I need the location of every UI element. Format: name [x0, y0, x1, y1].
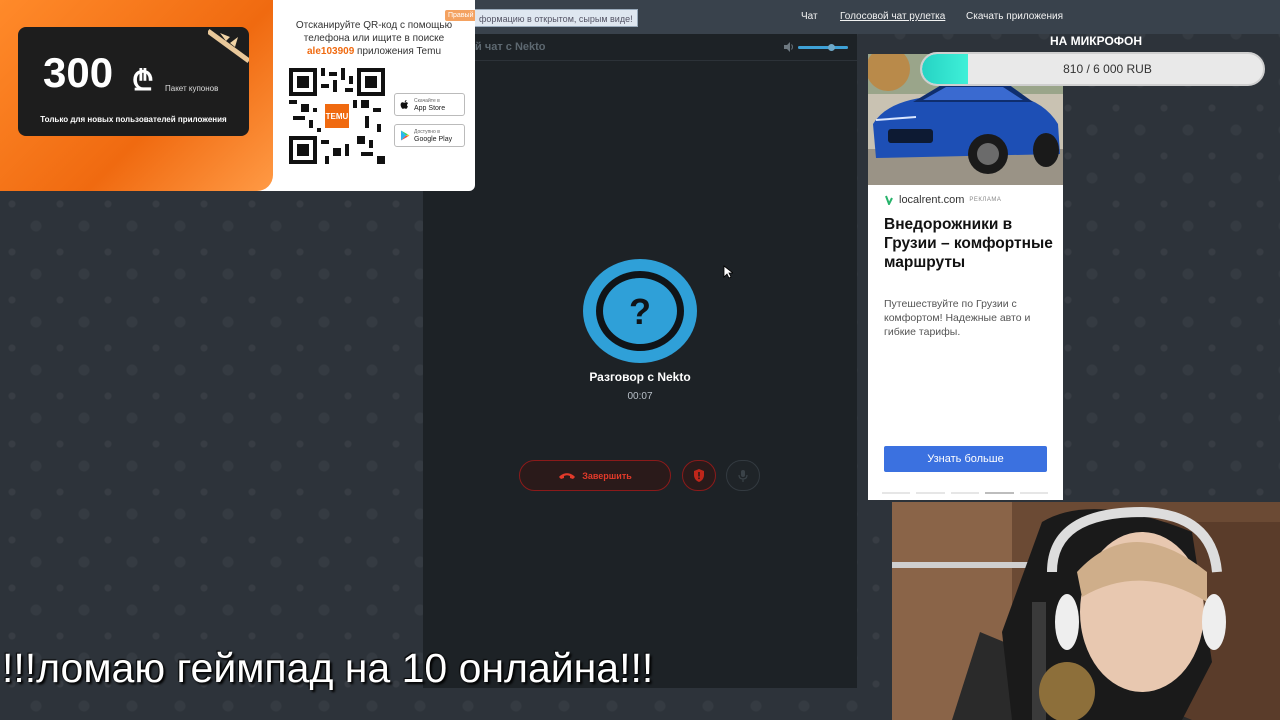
volume-icon[interactable]: [783, 41, 795, 53]
ad-domain: localrent.com: [899, 194, 965, 206]
app-store-small-label: Скачайте в: [414, 97, 440, 104]
temu-instruction-line: Отсканируйте QR-код с помощью: [295, 20, 453, 31]
gift-ribbon-icon: [208, 28, 249, 64]
call-timer: 00:07: [627, 391, 653, 402]
volume-slider-handle[interactable]: [828, 44, 835, 51]
report-button[interactable]: [682, 460, 716, 491]
google-play-small-label: Доступно в: [414, 128, 440, 135]
webcam-feed: [892, 502, 1280, 720]
localrent-logo-icon: [885, 195, 893, 205]
temu-ad-banner[interactable]: 300 ₾ Пакет купонов Только для новых пол…: [0, 0, 475, 191]
ad-title: Внедорожники в Грузии – комфортные маршр…: [884, 216, 1053, 271]
temu-search-code: ale103909: [306, 46, 355, 57]
coupon-currency: ₾: [132, 65, 154, 96]
mouse-cursor-icon: [723, 265, 733, 279]
learn-more-button[interactable]: Узнать больше: [884, 446, 1047, 472]
temu-instruction-line: телефона или ищите в поиске: [303, 33, 445, 44]
unknown-user-avatar-icon: ?: [583, 259, 697, 363]
google-play-icon: [401, 130, 410, 141]
temu-instructions: Отсканируйте QR-код с помощью телефона и…: [284, 19, 464, 58]
chat-header-title: й чат с Nekto: [475, 41, 546, 53]
qr-code-icon: TEMU: [289, 68, 385, 164]
microphone-icon: [738, 469, 748, 482]
donation-progress-text: 810 / 6 000 RUB: [1063, 62, 1152, 76]
svg-text:TEMU: TEMU: [326, 112, 349, 121]
donation-goal-title: НА МИКРОФОН: [1050, 34, 1143, 48]
conversation-title: Разговор с Nekto: [589, 370, 691, 384]
coupon-card: 300 ₾ Пакет купонов Только для новых пол…: [18, 27, 249, 136]
coupon-note: Только для новых пользователей приложени…: [40, 115, 227, 124]
voice-chat-panel: й чат с Nekto ? Разговор с Nekto 00:07 З…: [423, 34, 857, 688]
app-store-label: App Store: [414, 104, 446, 112]
end-call-button[interactable]: Завершить: [519, 460, 671, 491]
volume-slider[interactable]: [798, 46, 848, 49]
coupon-amount: 300: [43, 49, 114, 96]
temu-instruction-line: приложения Temu: [354, 46, 442, 57]
ad-tag: РЕКЛАМА: [969, 197, 1002, 203]
stream-caption: !!!ломаю геймпад на 10 онлайна!!!: [2, 645, 654, 691]
beta-notice: формацию в открытом, сырым виде!: [474, 9, 638, 27]
google-play-label: Google Play: [414, 135, 453, 143]
nav-link-download-apps[interactable]: Скачать приложения: [966, 11, 1063, 22]
svg-text:?: ?: [629, 291, 651, 332]
hang-up-icon: [559, 473, 576, 479]
coupon-package-label: Пакет купонов: [165, 84, 219, 93]
localrent-ad[interactable]: localrent.com РЕКЛАМА Внедорожники в Гру…: [868, 54, 1063, 500]
ad-description: Путешествуйте по Грузии с комфортом! Над…: [884, 298, 1031, 338]
nav-link-chat[interactable]: Чат: [801, 11, 818, 22]
ad-brand: localrent.com РЕКЛАМА: [884, 194, 1001, 206]
nav-link-voice-roulette[interactable]: Голосовой чат рулетка: [840, 11, 945, 22]
temu-promo-panel: 300 ₾ Пакет купонов Только для новых пол…: [0, 0, 273, 191]
app-store-button[interactable]: Скачайте в App Store: [394, 93, 465, 116]
mute-microphone-button[interactable]: [726, 460, 760, 491]
chat-header: й чат с Nekto: [423, 34, 857, 61]
shield-icon: [694, 469, 704, 482]
google-play-button[interactable]: Доступно в Google Play: [394, 124, 465, 147]
donation-progress-bar: 810 / 6 000 RUB: [920, 52, 1265, 86]
apple-icon: [400, 99, 409, 109]
end-call-label: Завершить: [582, 470, 632, 481]
ad-carousel-dots: [882, 492, 1049, 494]
